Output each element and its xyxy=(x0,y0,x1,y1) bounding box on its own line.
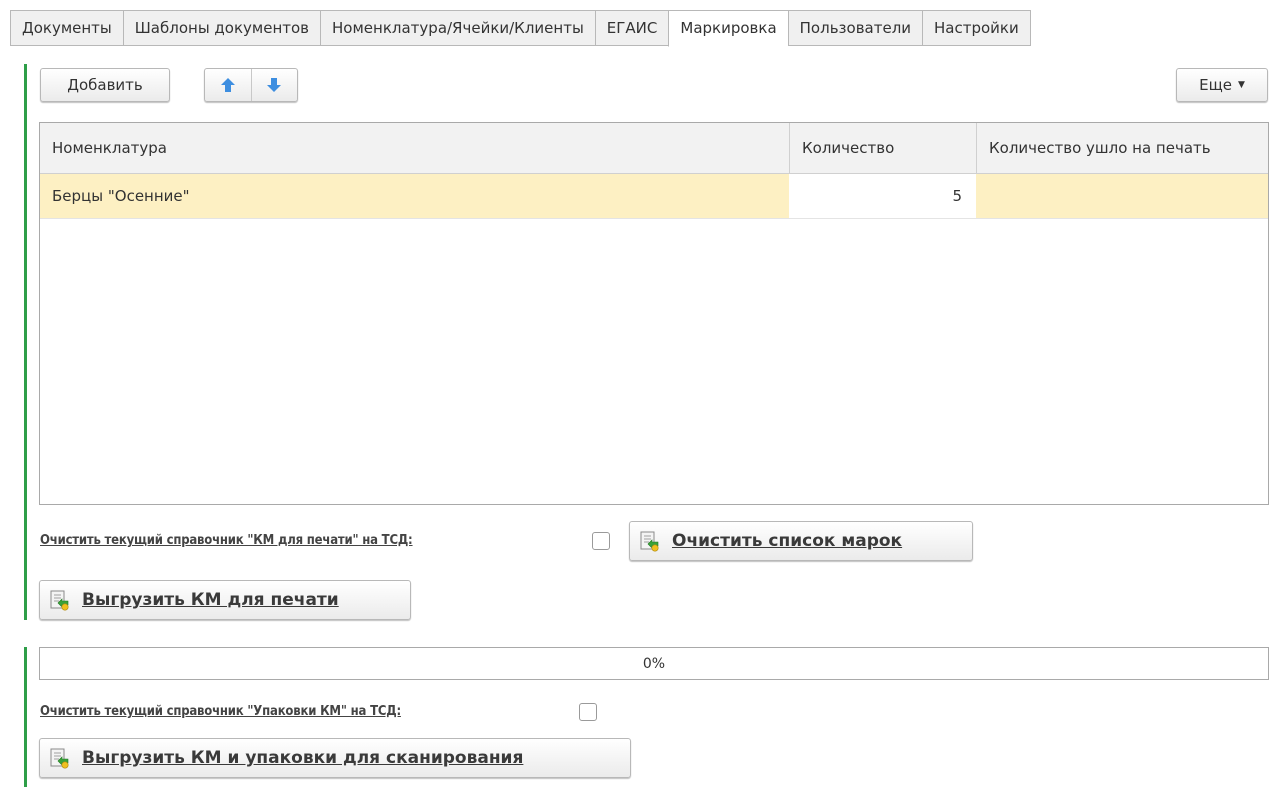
progress-bar: 0% xyxy=(39,647,1269,680)
tab-users[interactable]: Пользователи xyxy=(787,10,923,46)
export-scan-codes-label: Выгрузить КМ и упаковки для сканирования xyxy=(82,748,524,768)
clear-packages-directory-checkbox[interactable] xyxy=(579,703,597,721)
column-header-nomenclature[interactable]: Номенклатура xyxy=(40,123,789,173)
column-header-printed-quantity[interactable]: Количество ушло на печать xyxy=(976,123,1268,173)
export-scan-codes-button[interactable]: Выгрузить КМ и упаковки для сканирования xyxy=(39,738,631,778)
tab-nomenclature[interactable]: Номенклатура/Ячейки/Клиенты xyxy=(320,10,595,46)
tab-settings[interactable]: Настройки xyxy=(922,10,1031,46)
column-header-quantity[interactable]: Количество xyxy=(789,123,976,173)
section-accent-bar-2 xyxy=(24,647,27,787)
marking-table[interactable]: Номенклатура Количество Количество ушло … xyxy=(39,122,1269,505)
clear-marks-button[interactable]: Очистить список марок xyxy=(629,521,973,561)
arrow-down-icon xyxy=(267,78,282,92)
tab-egais[interactable]: ЕГАИС xyxy=(594,10,669,46)
cell-printed-quantity[interactable] xyxy=(976,174,1268,218)
document-export-icon xyxy=(50,748,69,769)
document-export-icon xyxy=(50,590,69,611)
chevron-down-icon: ▼ xyxy=(1237,80,1245,90)
more-label: Еще xyxy=(1199,76,1232,94)
clear-print-directory-checkbox[interactable] xyxy=(592,532,610,550)
move-up-button[interactable] xyxy=(205,69,251,101)
arrow-up-icon xyxy=(220,78,235,92)
export-print-codes-label: Выгрузить КМ для печати xyxy=(82,590,339,610)
tab-documents[interactable]: Документы xyxy=(10,10,123,46)
clear-marks-label: Очистить список марок xyxy=(672,531,903,551)
clear-print-directory-label[interactable]: Очистить текущий справочник "КМ для печа… xyxy=(40,533,413,548)
more-button[interactable]: Еще ▼ xyxy=(1176,68,1268,102)
document-export-icon xyxy=(640,531,659,552)
export-print-codes-button[interactable]: Выгрузить КМ для печати xyxy=(39,580,411,620)
progress-text: 0% xyxy=(642,655,666,672)
table-header: Номенклатура Количество Количество ушло … xyxy=(40,123,1268,174)
cell-quantity[interactable]: 5 xyxy=(789,174,976,218)
clear-packages-directory-label[interactable]: Очистить текущий справочник "Упаковки КМ… xyxy=(40,704,401,719)
tab-bar: Документы Шаблоны документов Номенклатур… xyxy=(10,10,1031,47)
cell-nomenclature[interactable]: Берцы "Осенние" xyxy=(40,174,789,218)
tab-document-templates[interactable]: Шаблоны документов xyxy=(122,10,321,46)
tab-marking[interactable]: Маркировка xyxy=(668,10,788,47)
move-down-button[interactable] xyxy=(250,69,298,101)
move-buttons-group xyxy=(204,68,298,102)
add-button[interactable]: Добавить xyxy=(40,68,170,102)
section-accent-bar xyxy=(24,64,27,620)
table-row[interactable]: Берцы "Осенние" 5 xyxy=(40,174,1268,219)
